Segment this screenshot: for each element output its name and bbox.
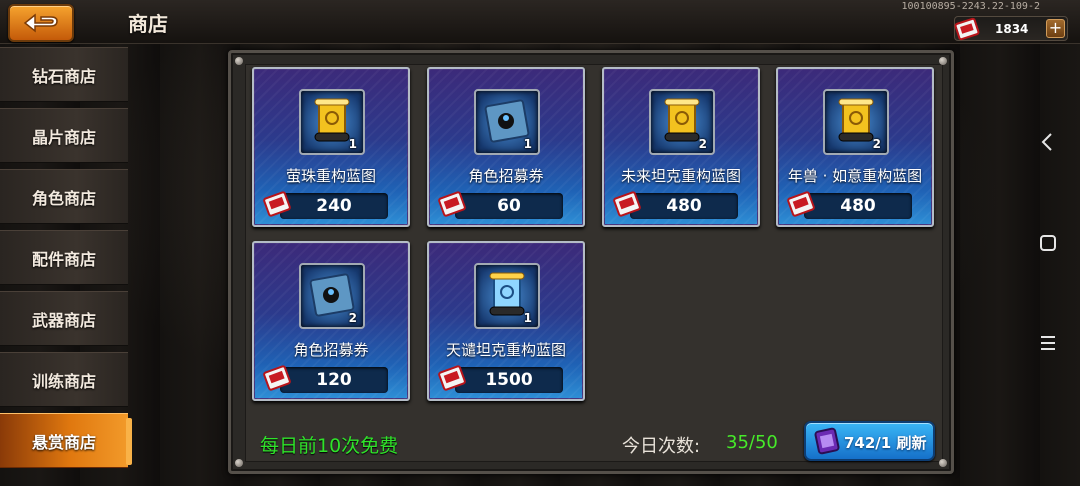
item-icon-frame: 2 [823, 89, 889, 155]
bounty-ticket-icon [263, 191, 291, 217]
item-price: 240 [316, 196, 352, 216]
item-name: 年兽 · 如意重构蓝图 [787, 167, 923, 185]
page-title: 商店 [128, 12, 168, 36]
item-icon-frame: 1 [299, 89, 365, 155]
sidebar-item-label: 悬赏商店 [31, 432, 96, 452]
sidebar-item-character-shop[interactable]: 角色商店 [0, 169, 128, 224]
sidebar-item-label: 武器商店 [31, 310, 96, 330]
item-name: 未来坦克重构蓝图 [620, 167, 741, 185]
sidebar-item-bounty-shop[interactable]: 悬赏商店 [0, 413, 132, 468]
daily-count-label: 今日次数: [622, 436, 701, 457]
shop-item-card[interactable]: 1 角色招募券 60 [427, 67, 585, 227]
shop-item-card[interactable]: 1 天谴坦克重构蓝图 1500 [427, 241, 585, 401]
item-quantity: 1 [348, 137, 357, 151]
item-quantity: 2 [698, 137, 707, 151]
refresh-button[interactable]: 742/1 刷新 [804, 421, 935, 461]
bounty-ticket-icon [438, 365, 466, 391]
sidebar-item-training-shop[interactable]: 训练商店 [0, 352, 128, 407]
daily-count-value: 35/50 [726, 432, 778, 453]
sidebar-item-parts-shop[interactable]: 配件商店 [0, 230, 128, 285]
shop-item-card[interactable]: 1 萤珠重构蓝图 240 [252, 67, 410, 227]
sidebar-item-chip-shop[interactable]: 晶片商店 [0, 108, 128, 163]
item-price: 120 [316, 370, 352, 390]
bounty-ticket-icon [613, 191, 641, 217]
item-quantity: 2 [348, 311, 357, 325]
sidebar-item-weapon-shop[interactable]: 武器商店 [0, 291, 128, 346]
bounty-ticket-icon [954, 17, 980, 41]
item-price: 1500 [485, 370, 533, 390]
item-price: 480 [840, 196, 876, 216]
item-price: 60 [497, 196, 521, 216]
bounty-ticket-icon [263, 365, 291, 391]
item-quantity: 2 [872, 137, 881, 151]
item-name: 天谴坦克重构蓝图 [445, 341, 566, 359]
bounty-ticket-icon [438, 191, 466, 217]
item-icon-frame: 2 [649, 89, 715, 155]
sidebar-item-label: 钻石商店 [31, 66, 96, 86]
item-icon-frame: 1 [474, 89, 540, 155]
sidebar-item-diamond-shop[interactable]: 钻石商店 [0, 47, 128, 102]
item-icon-frame: 2 [299, 263, 365, 329]
refresh-button-label: 742/1 刷新 [844, 434, 927, 452]
bounty-ticket-icon [787, 191, 815, 217]
back-arrow-icon [23, 13, 58, 33]
item-price: 480 [666, 196, 702, 216]
item-quantity: 1 [523, 137, 532, 151]
item-name: 角色招募券 [468, 167, 544, 185]
free-refresh-text: 每日前10次免费 [260, 435, 399, 457]
shop-item-card[interactable]: 2 未来坦克重构蓝图 480 [602, 67, 760, 227]
refresh-card-icon [814, 427, 840, 455]
rivet [235, 459, 243, 467]
sidebar-item-label: 角色商店 [31, 188, 96, 208]
sidebar-item-label: 配件商店 [31, 249, 96, 269]
back-button[interactable] [8, 4, 74, 42]
shop-item-card[interactable]: 2 年兽 · 如意重构蓝图 480 [776, 67, 934, 227]
item-icon-frame: 1 [474, 263, 540, 329]
rivet [235, 57, 243, 65]
sidebar-item-label: 训练商店 [31, 371, 96, 391]
rivet [939, 57, 947, 65]
shop-item-card[interactable]: 2 角色招募券 120 [252, 241, 410, 401]
nav-menu-icon[interactable] [1036, 331, 1060, 355]
nav-back-icon[interactable] [1036, 130, 1060, 154]
system-nav-bar [1016, 0, 1080, 486]
rivet [939, 459, 947, 467]
item-quantity: 1 [523, 311, 532, 325]
nav-home-icon[interactable] [1036, 231, 1060, 255]
item-name: 角色招募券 [293, 341, 369, 359]
item-name: 萤珠重构蓝图 [285, 167, 376, 185]
sidebar-item-label: 晶片商店 [31, 127, 96, 147]
